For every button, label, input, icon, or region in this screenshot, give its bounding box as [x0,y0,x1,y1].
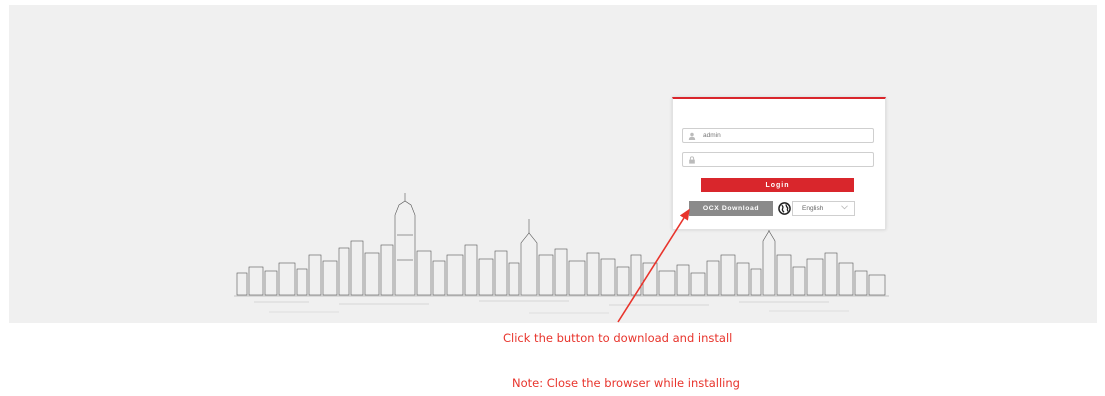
city-skyline-illustration [234,193,889,314]
language-select[interactable]: English [792,201,855,216]
username-value: admin [703,132,721,139]
password-field[interactable] [682,152,874,167]
language-selected-value: English [802,205,824,212]
instruction-caption: Click the button to download and install [503,331,733,345]
login-button[interactable]: Login [701,178,854,192]
note-caption: Note: Close the browser while installing [512,376,740,390]
globe-icon [778,202,791,215]
chevron-down-icon [841,205,848,212]
screenshot-stage: admin Login OCX Download English Click t… [0,0,1105,396]
user-icon [684,129,700,142]
login-page-background: admin Login OCX Download English [9,5,1097,323]
lock-icon [684,153,700,166]
ocx-download-button[interactable]: OCX Download [689,201,773,216]
login-panel: admin Login OCX Download English [672,97,886,230]
username-field[interactable]: admin [682,128,874,143]
